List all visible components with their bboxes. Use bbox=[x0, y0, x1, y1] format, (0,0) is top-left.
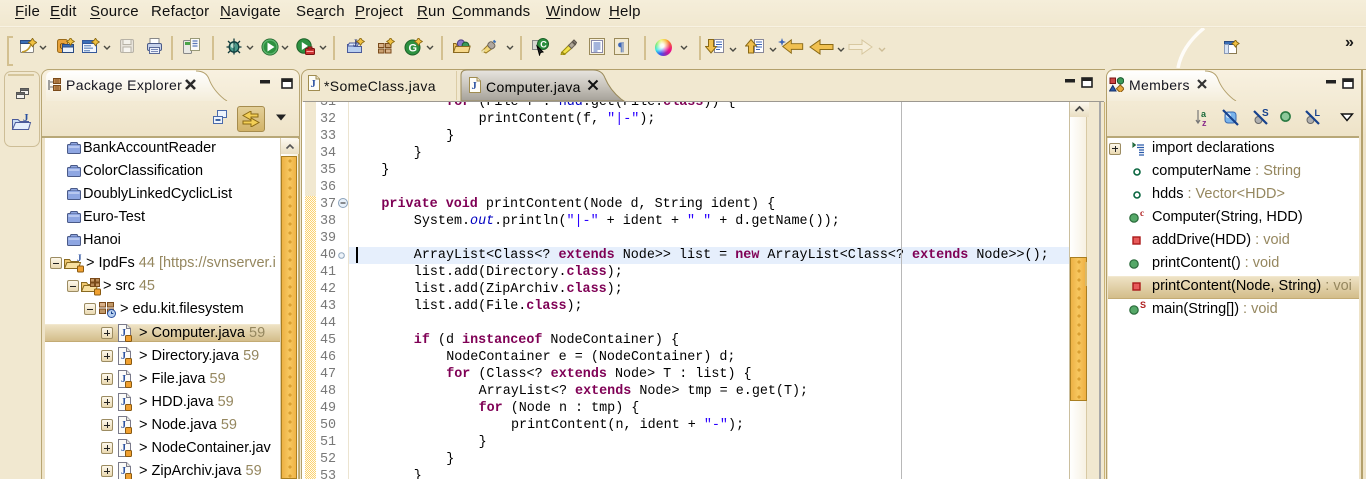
svg-text:¶: ¶ bbox=[618, 39, 625, 54]
svg-text:J: J bbox=[23, 112, 29, 124]
svg-text:S: S bbox=[1262, 108, 1269, 119]
svg-text:J: J bbox=[353, 38, 358, 48]
svg-text:G: G bbox=[409, 43, 418, 55]
svg-text:C: C bbox=[540, 40, 547, 50]
svg-text:L: L bbox=[1315, 108, 1321, 118]
svg-text:J: J bbox=[77, 254, 82, 263]
svg-text:J: J bbox=[311, 79, 316, 90]
svg-text:z: z bbox=[1202, 118, 1207, 128]
svg-text:J: J bbox=[472, 81, 477, 92]
